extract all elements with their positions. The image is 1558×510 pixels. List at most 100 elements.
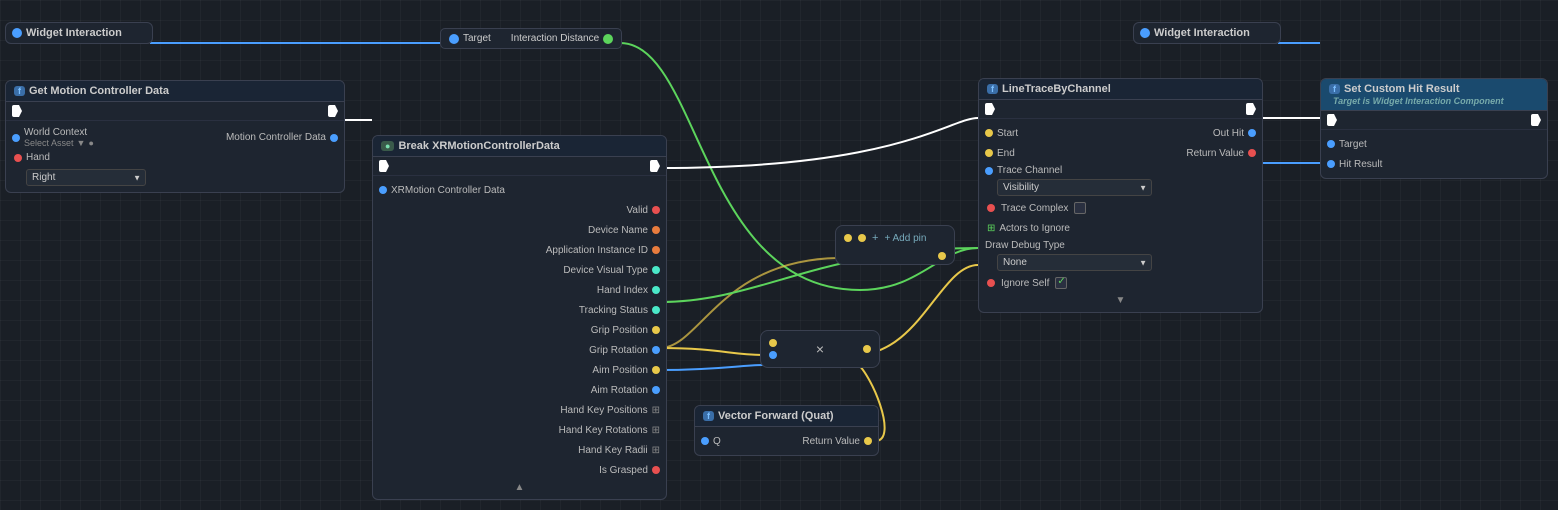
aim-position-row: Aim Position xyxy=(373,360,666,380)
grip-rotation-label: Grip Rotation xyxy=(589,345,648,356)
add-pin-in-1 xyxy=(844,234,852,242)
valid-pin xyxy=(652,206,660,214)
hand-key-radii-row: Hand Key Radii ⊞ xyxy=(373,440,666,460)
hand-key-rad-icon: ⊞ xyxy=(652,445,660,456)
line-trace-header: f LineTraceByChannel xyxy=(979,79,1262,100)
trace-channel-dropdown[interactable]: Visibility xyxy=(997,179,1152,196)
trace-complex-pin xyxy=(987,204,995,212)
actors-ignore-label: Actors to Ignore xyxy=(999,223,1070,234)
line-trace-collapse[interactable]: ▼ xyxy=(979,293,1262,308)
break-xr-header: ● Break XRMotionControllerData xyxy=(373,136,666,157)
trace-complex-checkbox[interactable] xyxy=(1074,202,1086,214)
get-motion-controller-title: Get Motion Controller Data xyxy=(29,85,169,97)
exec-out-4 xyxy=(1531,114,1541,126)
pin-dot-1: ● xyxy=(88,138,93,148)
device-visual-pin xyxy=(652,266,660,274)
set-custom-hit-node: f Set Custom Hit Result Target is Widget… xyxy=(1320,78,1548,179)
grip-position-label: Grip Position xyxy=(591,325,648,336)
grip-position-pin xyxy=(652,326,660,334)
trace-channel-pin xyxy=(985,167,993,175)
hand-key-rotations-label: Hand Key Rotations xyxy=(559,425,648,436)
ignore-self-checkbox[interactable] xyxy=(1055,277,1067,289)
is-grasped-label: Is Grasped xyxy=(599,465,648,476)
out-hit-label: Out Hit xyxy=(1213,128,1244,139)
set-custom-hit-body: Target Hit Result xyxy=(1321,130,1547,178)
hand-key-rotations-row: Hand Key Rotations ⊞ xyxy=(373,420,666,440)
device-name-pin xyxy=(652,226,660,234)
exec-bar-4 xyxy=(1321,111,1547,130)
draw-debug-row: Draw Debug Type None xyxy=(979,238,1262,273)
select-asset-label: Select Asset xyxy=(24,138,74,148)
get-motion-controller-node: f Get Motion Controller Data World Conte… xyxy=(5,80,345,193)
target-connector-node: Target Interaction Distance xyxy=(440,28,622,49)
hand-dropdown[interactable]: Right xyxy=(26,169,146,186)
xr-motion-label: XRMotion Controller Data xyxy=(391,185,505,196)
vector-forward-title: Vector Forward (Quat) xyxy=(718,410,834,422)
draw-debug-dropdown[interactable]: None xyxy=(997,254,1152,271)
collapse-arrow[interactable]: ▲ xyxy=(373,480,666,495)
exec-in-4 xyxy=(1327,114,1337,126)
exec-out-1 xyxy=(328,105,338,117)
world-context-label: World Context xyxy=(24,127,94,138)
f-badge-vf: f xyxy=(703,411,714,421)
pin-widget-interaction-1 xyxy=(12,28,22,38)
exec-bar-3 xyxy=(979,100,1262,119)
multiply-symbol: × xyxy=(816,341,824,357)
world-context-row: World Context Select Asset ▼ ● Motion Co… xyxy=(6,125,344,150)
start-pin xyxy=(985,129,993,137)
widget-interaction-node-1: Widget Interaction xyxy=(5,22,153,44)
hand-dropdown-value: Right xyxy=(32,172,55,183)
motion-controller-data-pin xyxy=(330,134,338,142)
trace-channel-row: Trace Channel Visibility xyxy=(979,163,1262,198)
actors-ignore-icon: ⊞ xyxy=(987,223,995,234)
widget-interaction-label-2: Widget Interaction xyxy=(1154,27,1250,39)
trace-channel-label: Trace Channel xyxy=(997,165,1062,176)
start-label: Start xyxy=(997,128,1018,139)
exec-out-2 xyxy=(650,160,660,172)
tracking-status-pin xyxy=(652,306,660,314)
app-instance-row: Application Instance ID xyxy=(373,240,666,260)
target-sch-pin xyxy=(1327,140,1335,148)
app-instance-label: Application Instance ID xyxy=(546,245,648,256)
multiply-node: × xyxy=(760,330,880,368)
mult-in-2 xyxy=(769,351,777,359)
hit-result-label: Hit Result xyxy=(1339,159,1382,170)
grip-rotation-row: Grip Rotation xyxy=(373,340,666,360)
hand-key-positions-row: Hand Key Positions ⊞ xyxy=(373,400,666,420)
pin-arrow-1: ▼ xyxy=(77,138,86,148)
q-row: Q Return Value xyxy=(695,431,878,451)
interaction-distance-pin xyxy=(603,34,613,44)
exec-in-2 xyxy=(379,160,389,172)
set-custom-hit-header: f Set Custom Hit Result Target is Widget… xyxy=(1321,79,1547,111)
line-trace-title: LineTraceByChannel xyxy=(1002,83,1111,95)
exec-bar-2 xyxy=(373,157,666,176)
f-badge-sch: f xyxy=(1329,84,1340,94)
break-xr-title: Break XRMotionControllerData xyxy=(398,140,559,152)
hand-pin xyxy=(14,154,22,162)
add-pin-node: + + Add pin xyxy=(835,225,955,265)
target-pin-left xyxy=(449,34,459,44)
exec-in-1 xyxy=(12,105,22,117)
widget-interaction-label-1: Widget Interaction xyxy=(26,27,122,39)
is-grasped-row: Is Grasped xyxy=(373,460,666,480)
device-name-row: Device Name xyxy=(373,220,666,240)
vector-forward-body: Q Return Value xyxy=(695,427,878,455)
exec-bar-1 xyxy=(6,102,344,121)
return-value-lt-label: Return Value xyxy=(1186,148,1244,159)
target-sch-label: Target xyxy=(1339,139,1367,150)
hand-index-pin xyxy=(652,286,660,294)
draw-debug-label: Draw Debug Type xyxy=(985,240,1065,251)
q-label: Q xyxy=(713,436,721,447)
aim-rotation-label: Aim Rotation xyxy=(591,385,648,396)
q-pin xyxy=(701,437,709,445)
set-custom-hit-title: Set Custom Hit Result xyxy=(1344,83,1460,95)
valid-row: Valid xyxy=(373,200,666,220)
f-badge-1: f xyxy=(14,86,25,96)
grip-rotation-pin xyxy=(652,346,660,354)
device-name-label: Device Name xyxy=(588,225,648,236)
line-trace-body: Start Out Hit End Return Value Trace Cha… xyxy=(979,119,1262,312)
vector-forward-node: f Vector Forward (Quat) Q Return Value xyxy=(694,405,879,456)
hand-key-positions-label: Hand Key Positions xyxy=(560,405,647,416)
target-sch-row: Target xyxy=(1321,134,1547,154)
get-motion-controller-body: World Context Select Asset ▼ ● Motion Co… xyxy=(6,121,344,192)
